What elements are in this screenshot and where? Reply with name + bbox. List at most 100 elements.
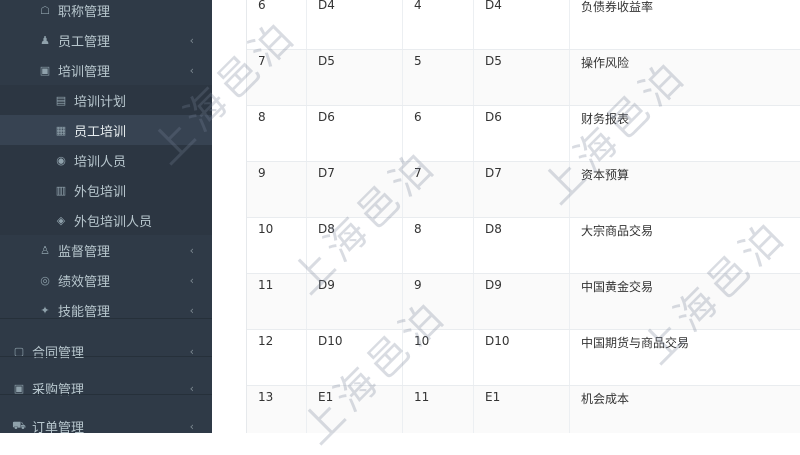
table-cell: 中国期货与商品交易 xyxy=(581,336,690,350)
cart-icon: ⛟ xyxy=(12,419,26,432)
sidebar-item-label: 订单管理 xyxy=(32,421,85,433)
table-cell: 9 xyxy=(403,274,474,329)
table-cell: D9 xyxy=(474,274,570,329)
sidebar-item-label: 员工培训 xyxy=(74,124,127,140)
table-row[interactable]: 7 D5 5 D5 操作风险 xyxy=(247,50,800,106)
table-cell: 8 xyxy=(247,106,307,161)
table-row[interactable]: 8 D6 6 D6 财务报表 xyxy=(247,106,800,162)
table-cell: 大宗商品交易 xyxy=(581,224,654,238)
table-row[interactable]: 12 D10 10 D10 中国期货与商品交易 xyxy=(247,330,800,386)
sidebar-divider xyxy=(0,356,212,357)
sidebar-item-label: 采购管理 xyxy=(32,383,85,398)
table-cell: D7 xyxy=(307,162,403,217)
sidebar-item-9[interactable]: ♙ 监督管理 ‹ xyxy=(0,235,212,265)
sidebar-item-label: 合同管理 xyxy=(32,346,85,361)
table-cell: D5 xyxy=(307,50,403,105)
table-cell: 5 xyxy=(403,50,474,105)
table-cell: D5 xyxy=(474,50,570,105)
chevron-left-icon: ‹ xyxy=(189,243,194,257)
training-icon: ▦ xyxy=(55,123,67,137)
table-cell: E1 xyxy=(474,386,570,433)
chevron-left-icon: ‹ xyxy=(189,273,194,287)
table-row[interactable]: 10 D8 8 D8 大宗商品交易 xyxy=(247,218,800,274)
briefcase-icon: ▣ xyxy=(39,63,51,77)
table-cell: 6 xyxy=(403,106,474,161)
table-cell: 资本预算 xyxy=(581,168,630,182)
sidebar-item-1[interactable]: ☖ 职称管理 xyxy=(0,0,212,25)
table-cell: 12 xyxy=(247,330,307,385)
sidebar-item-7[interactable]: ▥ 外包培训 xyxy=(0,175,212,205)
user-icon: ♟ xyxy=(40,33,50,47)
sidebar-item-11[interactable]: ✦ 技能管理 ‹ xyxy=(0,295,212,325)
sidebar-divider xyxy=(0,394,212,395)
outsource-user-icon: ◈ xyxy=(56,213,66,227)
sidebar-item-13[interactable]: ▣ 采购管理 ‹ xyxy=(0,370,212,407)
table-cell: 9 xyxy=(247,162,307,217)
sidebar-item-label: 培训人员 xyxy=(74,154,127,170)
sidebar-item-label: 培训管理 xyxy=(58,64,111,80)
table-cell: 负债券收益率 xyxy=(581,0,654,14)
sidebar-item-label: 外包培训 xyxy=(74,184,127,200)
table-cell: D4 xyxy=(307,0,403,49)
table-cell: D6 xyxy=(307,106,403,161)
table-cell: D9 xyxy=(307,274,403,329)
sidebar-item-label: 绩效管理 xyxy=(58,274,111,290)
sidebar-item-8[interactable]: ◈ 外包培训人员 xyxy=(0,205,212,235)
table-row[interactable]: 6 D4 4 D4 负债券收益率 xyxy=(247,0,800,50)
table-cell: 10 xyxy=(247,218,307,273)
outsource-icon: ▥ xyxy=(55,183,67,197)
table-cell: 7 xyxy=(403,162,474,217)
supervise-icon: ♙ xyxy=(40,243,50,257)
table-cell: 11 xyxy=(403,386,474,433)
table-cell: D6 xyxy=(474,106,570,161)
table-row[interactable]: 11 D9 9 D9 中国黄金交易 xyxy=(247,274,800,330)
sidebar-item-label: 技能管理 xyxy=(58,304,111,320)
table-cell: 13 xyxy=(247,386,307,433)
table-cell: 10 xyxy=(403,330,474,385)
table-cell: D8 xyxy=(474,218,570,273)
sidebar-item-4[interactable]: ▤ 培训计划 xyxy=(0,85,212,115)
sidebar-item-12[interactable]: ▢ 合同管理 ‹ xyxy=(0,333,212,370)
eye-icon: ◉ xyxy=(56,153,66,167)
table-cell: 机会成本 xyxy=(581,392,630,406)
chevron-left-icon: ‹ xyxy=(189,33,194,47)
table-row[interactable]: 13 E1 11 E1 机会成本 xyxy=(247,386,800,433)
sidebar-item-10[interactable]: ◎ 绩效管理 ‹ xyxy=(0,265,212,295)
table-cell: 4 xyxy=(403,0,474,49)
table-cell: D8 xyxy=(307,218,403,273)
table-cell: 中国黄金交易 xyxy=(581,280,654,294)
table-cell: D7 xyxy=(474,162,570,217)
sidebar-item-3[interactable]: ▣ 培训管理 ‹ xyxy=(0,55,212,85)
table-cell: D4 xyxy=(474,0,570,49)
main-content: 6 D4 4 D4 负债券收益率 7 D5 5 D5 操作风险 8 D6 6 D6 财务报表 9 D7 7 D7 资本… xyxy=(212,0,800,433)
chevron-left-icon: ‹ xyxy=(189,420,194,433)
plan-icon: ▤ xyxy=(55,93,67,107)
chevron-left-icon: ‹ xyxy=(189,63,194,77)
sidebar-item-6[interactable]: ◉ 培训人员 xyxy=(0,145,212,175)
chevron-left-icon: ‹ xyxy=(189,303,194,317)
skill-icon: ✦ xyxy=(40,303,50,317)
sidebar-item-label: 培训计划 xyxy=(74,94,127,110)
table-cell: 8 xyxy=(403,218,474,273)
sidebar-item-label: 员工管理 xyxy=(58,34,111,50)
sidebar-item-label: 监督管理 xyxy=(58,244,111,260)
sidebar-item-14[interactable]: ⛟ 订单管理 ‹ xyxy=(0,408,212,433)
sidebar: ☖ 职称管理 ♟ 员工管理 ‹ ▣ 培训管理 ‹ ▤ 培训计划 ▦ 员工培训 ◉ 培训人员 ▥ 外包培训 ◈ 外包… xyxy=(0,0,212,433)
table-row[interactable]: 9 D7 7 D7 资本预算 xyxy=(247,162,800,218)
table-cell: D10 xyxy=(307,330,403,385)
user-tag-icon: ☖ xyxy=(40,3,50,17)
table-cell: 11 xyxy=(247,274,307,329)
sidebar-item-5[interactable]: ▦ 员工培训 xyxy=(0,115,212,145)
sidebar-item-2[interactable]: ♟ 员工管理 ‹ xyxy=(0,25,212,55)
table-cell: D10 xyxy=(474,330,570,385)
sidebar-divider xyxy=(0,318,212,319)
training-table: 6 D4 4 D4 负债券收益率 7 D5 5 D5 操作风险 8 D6 6 D6 财务报表 9 D7 7 D7 资本… xyxy=(246,0,800,433)
performance-icon: ◎ xyxy=(40,273,50,287)
sidebar-item-label: 外包培训人员 xyxy=(74,214,153,230)
table-cell: 6 xyxy=(247,0,307,49)
table-cell: E1 xyxy=(307,386,403,433)
table-cell: 财务报表 xyxy=(581,112,630,126)
sidebar-item-label: 职称管理 xyxy=(58,4,111,20)
table-cell: 7 xyxy=(247,50,307,105)
table-cell: 操作风险 xyxy=(581,56,630,70)
